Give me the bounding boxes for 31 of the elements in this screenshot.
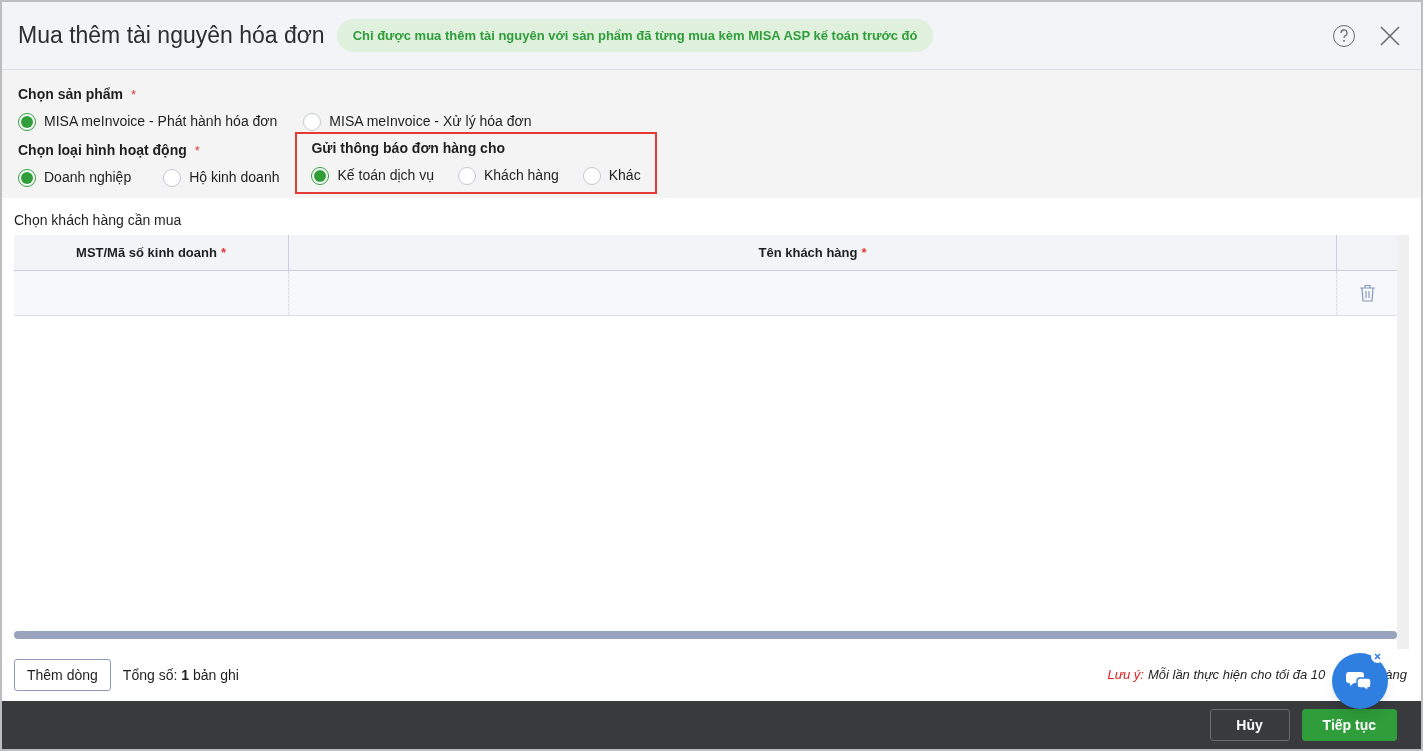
group-label: Chọn loại hình hoạt động <box>18 141 187 160</box>
radio-option[interactable]: MISA meInvoice - Phát hành hóa đơn <box>18 111 278 132</box>
delete-icon[interactable] <box>1358 284 1376 302</box>
chat-bubble-button[interactable] <box>1332 653 1388 709</box>
radio-option[interactable]: Khác <box>582 165 641 186</box>
required-mark: * <box>131 85 137 104</box>
continue-button[interactable]: Tiếp tục <box>1301 709 1397 741</box>
radio-option[interactable]: Kế toán dịch vụ <box>311 165 434 186</box>
chat-icon <box>1346 669 1374 693</box>
total-count: Tổng số: 1 bản ghi <box>122 665 239 685</box>
group-label: Chọn sản phẩm <box>18 85 123 104</box>
notice-badge: Chỉ được mua thêm tài nguyên với sản phẩm đã từng mua kèm MISA ASP kế toán trước đó <box>336 18 934 53</box>
radio-option[interactable]: Hộ kinh doanh <box>163 167 280 188</box>
horizontal-scrollbar[interactable] <box>14 631 1397 639</box>
radio-option[interactable]: MISA meInvoice - Xử lý hóa đơn <box>303 111 532 132</box>
close-icon[interactable] <box>1379 24 1401 47</box>
required-mark: * <box>194 141 200 160</box>
cancel-button[interactable]: Hủy <box>1209 709 1290 741</box>
note-label: Lưu ý: <box>1107 666 1144 685</box>
dialog-title: Mua thêm tài nguyên hóa đơn <box>18 21 325 51</box>
column-title: MST/Mã số kinh doanh <box>76 243 217 262</box>
note-text: àng <box>1385 666 1407 685</box>
column-title: Tên khách hàng <box>758 243 858 262</box>
group-label: Gửi thông báo đơn hàng cho <box>311 139 505 158</box>
radio-option[interactable]: Doanh nghiệp <box>18 167 132 188</box>
table-title: Chọn khách hàng cần mua <box>14 211 183 230</box>
radio-option[interactable]: Khách hàng <box>458 165 559 186</box>
required-mark: * <box>220 243 226 262</box>
add-row-button[interactable]: Thêm dòng <box>14 659 111 691</box>
required-mark: * <box>861 243 867 262</box>
note-text: Mỗi lần thực hiện cho tối đa 10 <box>1147 666 1326 685</box>
